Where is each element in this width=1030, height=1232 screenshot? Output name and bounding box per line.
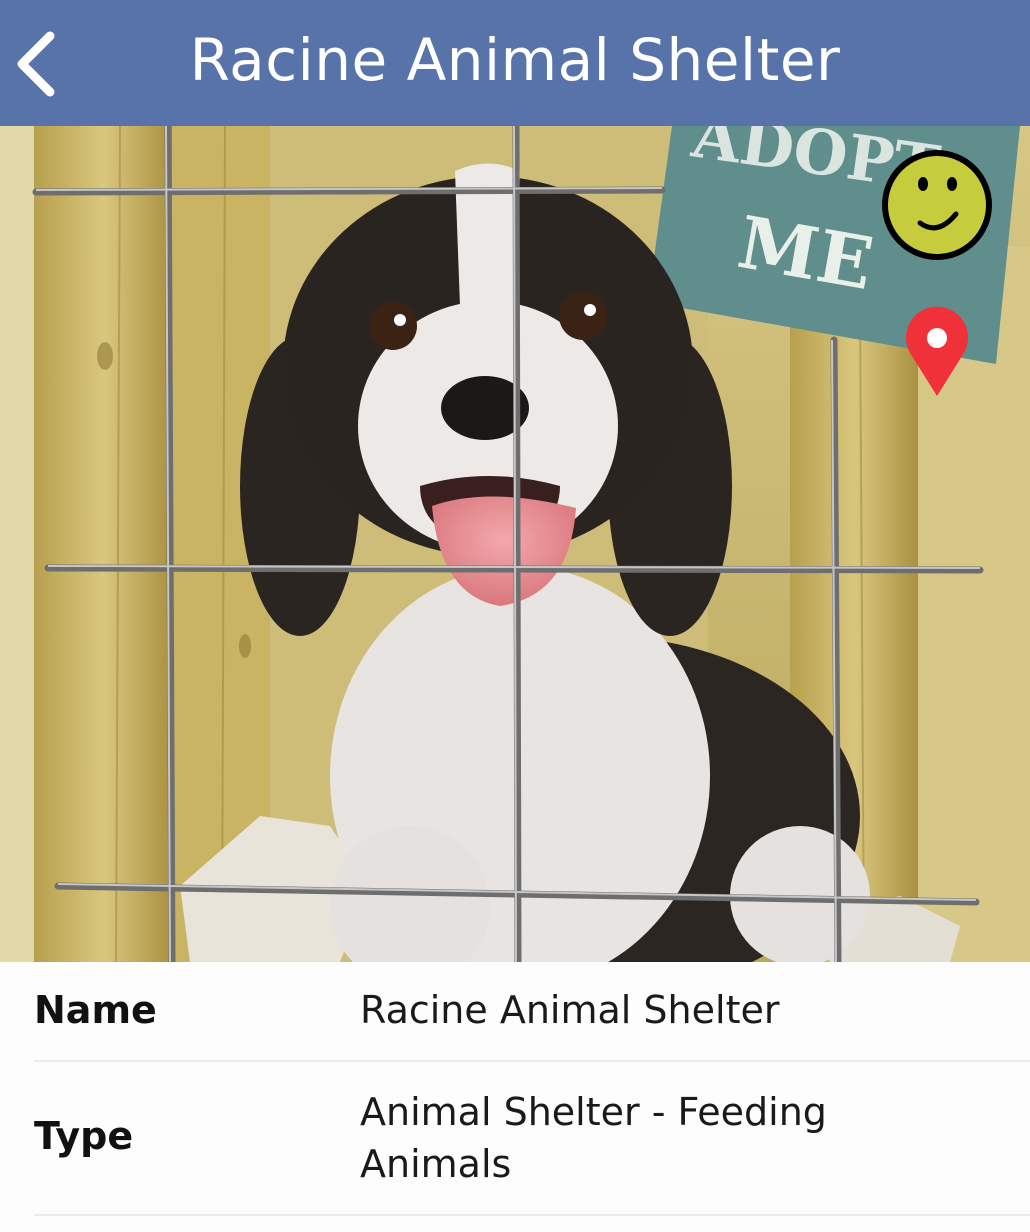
name-row: Name Racine Animal Shelter [34,962,1030,1062]
back-button[interactable] [6,22,76,106]
chevron-left-icon [17,31,55,97]
type-value-line: Animal Shelter - Feeding [360,1090,827,1134]
navigation-bar: Racine Animal Shelter [0,0,1030,126]
name-value: Racine Animal Shelter [360,988,780,1032]
details-list: Name Racine Animal Shelter Type Animal S… [0,962,1030,1232]
smiley-face-icon[interactable] [880,148,994,262]
type-value: Animal Shelter - Feeding Animals [360,1086,980,1190]
type-label: Type [34,1114,134,1158]
shelter-photo: ADOPT ME [0,126,1030,962]
location-pin-icon[interactable] [904,306,970,398]
name-label: Name [34,988,157,1032]
type-row: Type Animal Shelter - Feeding Animals [34,1062,1030,1216]
page-title: Racine Animal Shelter [189,26,841,94]
type-value-line: Animals [360,1142,512,1186]
